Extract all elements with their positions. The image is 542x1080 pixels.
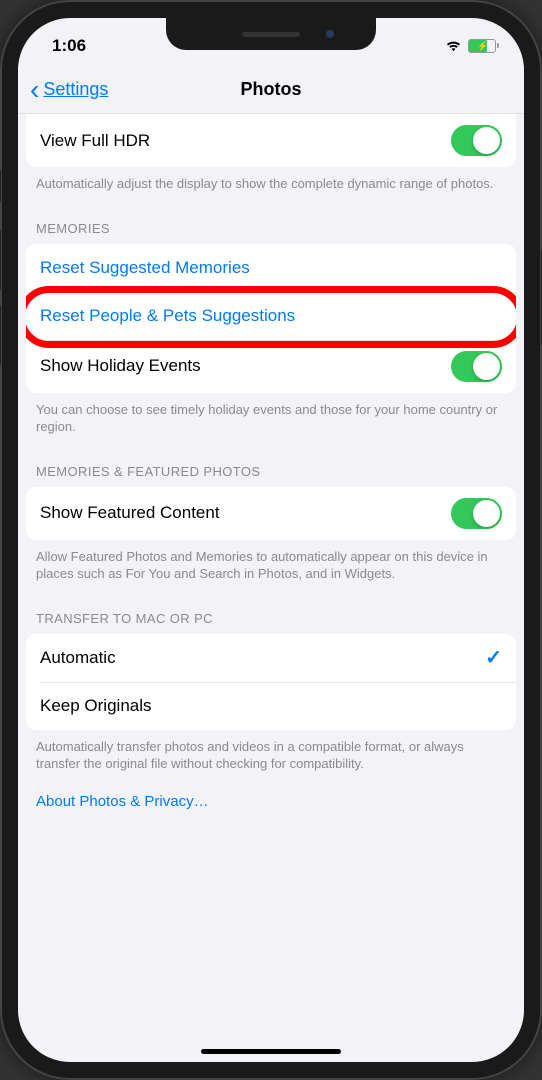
phone-frame: 1:06 ⚡ ‹ Settings Photos View Full HDR bbox=[0, 0, 542, 1080]
featured-toggle[interactable] bbox=[451, 498, 502, 529]
hdr-label: View Full HDR bbox=[40, 131, 150, 151]
transfer-header: TRANSFER TO MAC OR PC bbox=[18, 589, 524, 634]
holiday-label: Show Holiday Events bbox=[40, 356, 201, 376]
charging-icon: ⚡ bbox=[477, 41, 488, 52]
transfer-group: Automatic ✓ Keep Originals bbox=[26, 634, 516, 730]
memories-group: Reset Suggested Memories Reset People & … bbox=[26, 244, 516, 393]
screen: 1:06 ⚡ ‹ Settings Photos View Full HDR bbox=[18, 18, 524, 1062]
reset-people-label: Reset People & Pets Suggestions bbox=[40, 306, 295, 326]
automatic-label: Automatic bbox=[40, 648, 116, 668]
featured-footer: Allow Featured Photos and Memories to au… bbox=[18, 540, 524, 589]
reset-memories-label: Reset Suggested Memories bbox=[40, 258, 250, 278]
holiday-toggle[interactable] bbox=[451, 351, 502, 382]
back-button[interactable]: ‹ Settings bbox=[30, 76, 108, 104]
reset-people-pets-row[interactable]: Reset People & Pets Suggestions bbox=[26, 292, 516, 340]
volume-up-button bbox=[0, 230, 1, 290]
checkmark-icon: ✓ bbox=[485, 645, 502, 670]
home-indicator[interactable] bbox=[201, 1049, 341, 1054]
show-holiday-events-row[interactable]: Show Holiday Events bbox=[26, 340, 516, 393]
featured-label: Show Featured Content bbox=[40, 503, 220, 523]
back-label: Settings bbox=[43, 79, 108, 100]
keep-originals-label: Keep Originals bbox=[40, 696, 152, 716]
battery-icon: ⚡ bbox=[468, 39, 496, 53]
view-full-hdr-row[interactable]: View Full HDR bbox=[26, 114, 516, 167]
transfer-keep-originals-row[interactable]: Keep Originals bbox=[26, 682, 516, 730]
status-right: ⚡ bbox=[445, 39, 496, 53]
chevron-left-icon: ‹ bbox=[30, 76, 39, 104]
about-link-label: About Photos & Privacy… bbox=[36, 793, 209, 810]
status-time: 1:06 bbox=[52, 36, 86, 56]
hdr-toggle[interactable] bbox=[451, 125, 502, 156]
transfer-footer: Automatically transfer photos and videos… bbox=[18, 730, 524, 779]
hdr-group: View Full HDR bbox=[26, 114, 516, 167]
reset-suggested-memories-row[interactable]: Reset Suggested Memories bbox=[26, 244, 516, 292]
show-featured-content-row[interactable]: Show Featured Content bbox=[26, 487, 516, 540]
nav-bar: ‹ Settings Photos bbox=[18, 66, 524, 114]
memories-footer: You can choose to see timely holiday eve… bbox=[18, 393, 524, 442]
featured-header: MEMORIES & FEATURED PHOTOS bbox=[18, 442, 524, 487]
notch bbox=[166, 18, 376, 50]
hdr-footer: Automatically adjust the display to show… bbox=[18, 167, 524, 199]
featured-group: Show Featured Content bbox=[26, 487, 516, 540]
volume-down-button bbox=[0, 305, 1, 365]
wifi-icon bbox=[445, 40, 462, 52]
transfer-automatic-row[interactable]: Automatic ✓ bbox=[26, 634, 516, 682]
content[interactable]: View Full HDR Automatically adjust the d… bbox=[18, 114, 524, 1042]
about-photos-privacy-link[interactable]: About Photos & Privacy… bbox=[18, 779, 524, 830]
memories-header: MEMORIES bbox=[18, 199, 524, 244]
silent-switch bbox=[0, 170, 1, 202]
